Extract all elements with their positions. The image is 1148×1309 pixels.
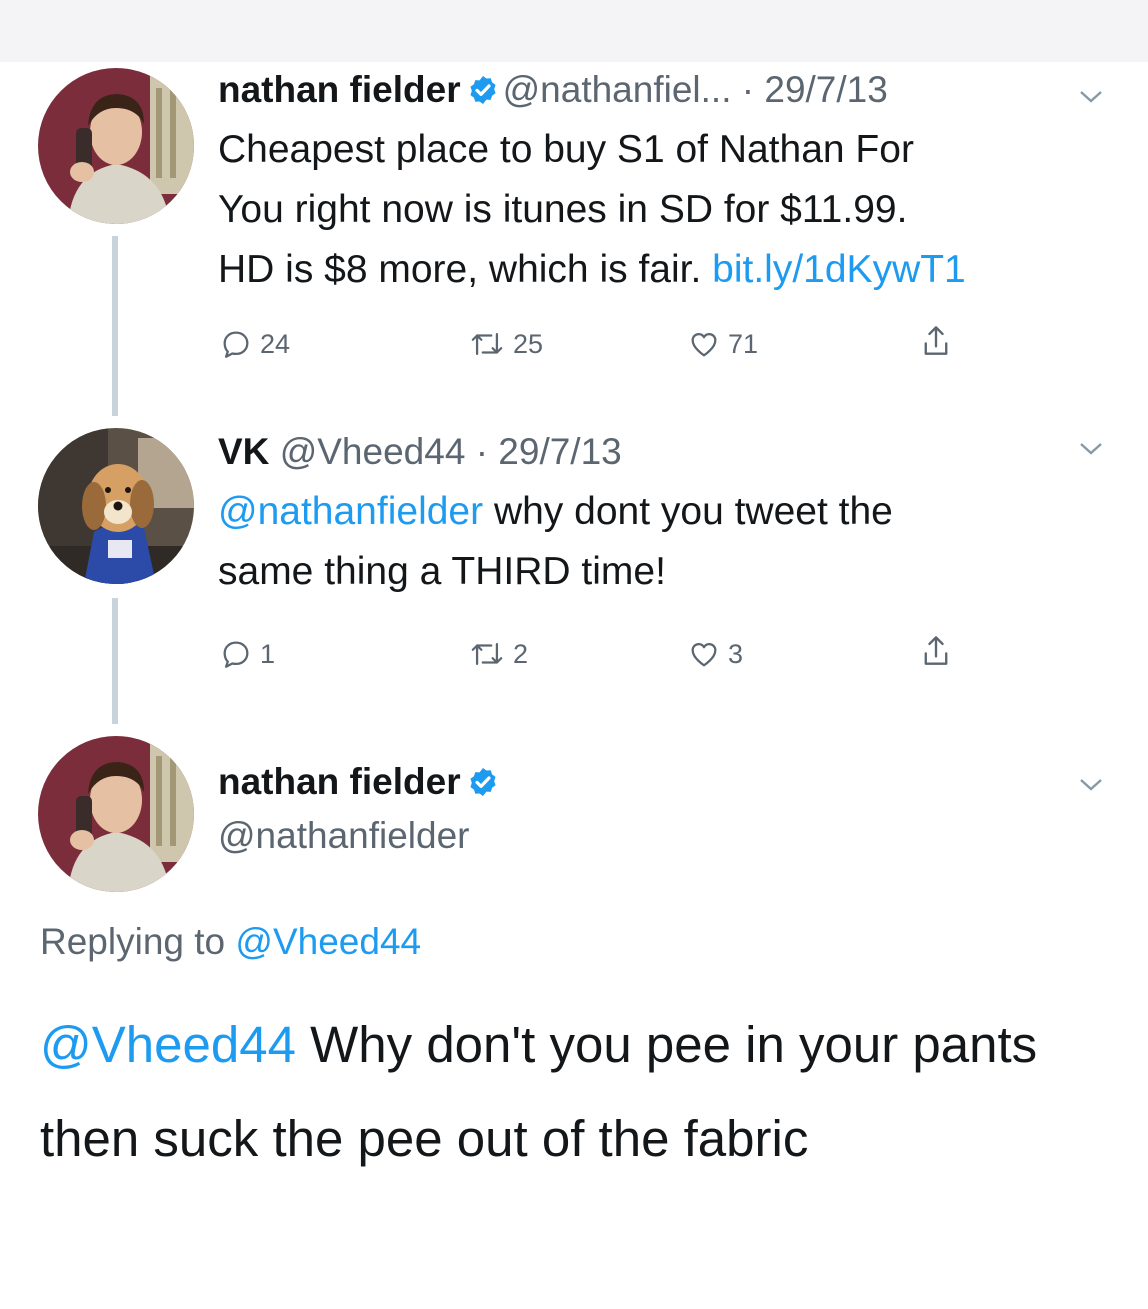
like-button[interactable]: 3 xyxy=(686,636,743,672)
reply-icon xyxy=(223,641,249,668)
avatar-nathan-fielder[interactable] xyxy=(38,736,194,892)
retweet-count: 2 xyxy=(513,638,529,669)
chevron-down-icon[interactable] xyxy=(1078,88,1104,106)
tweet1-header: nathan fielder @nathanfiel... · 29/7/13 xyxy=(218,68,888,112)
tweet2-line1: @nathanfielder why dont you tweet the xyxy=(218,483,893,541)
share-button[interactable] xyxy=(918,324,954,360)
mention-link[interactable]: @Vheed44 xyxy=(40,1016,296,1073)
heart-icon xyxy=(691,642,717,667)
display-name[interactable]: VK xyxy=(218,431,269,472)
retweet-icon xyxy=(471,332,503,356)
timestamp[interactable]: · 29/7/13 xyxy=(742,69,888,110)
tweet2-line1-text: why dont you tweet the xyxy=(483,490,893,533)
tweet2-line2: same thing a THIRD time! xyxy=(218,550,666,593)
share-icon xyxy=(924,636,948,665)
tweet1-line3: HD is $8 more, which is fair. bit.ly/1dK… xyxy=(218,241,966,299)
reply-icon xyxy=(223,331,249,358)
tweet3-handle[interactable]: @nathanfielder xyxy=(218,814,470,858)
mention-link[interactable]: @nathanfielder xyxy=(218,490,483,533)
share-button[interactable] xyxy=(918,634,954,670)
avatar-nathan-fielder[interactable] xyxy=(38,68,194,224)
handle[interactable]: @nathanfiel... xyxy=(503,69,732,110)
like-count: 71 xyxy=(728,328,759,359)
retweet-button[interactable]: 2 xyxy=(467,636,528,672)
replying-label: Replying to xyxy=(40,921,236,962)
reply-count: 24 xyxy=(260,328,291,359)
display-name[interactable]: nathan fielder xyxy=(218,69,461,110)
tweet1-link[interactable]: bit.ly/1dKywT1 xyxy=(712,248,966,291)
chevron-down-icon[interactable] xyxy=(1078,776,1104,794)
thread-connector-line xyxy=(112,236,118,416)
tweet3-text: @Vheed44 Why don't you pee in your pants… xyxy=(40,998,1120,1186)
retweet-icon xyxy=(471,642,503,666)
share-icon xyxy=(924,326,948,355)
like-count: 3 xyxy=(728,638,744,669)
reply-button[interactable]: 1 xyxy=(218,636,275,672)
replying-handle-link[interactable]: @Vheed44 xyxy=(235,921,421,962)
verified-badge-icon xyxy=(470,768,496,796)
tweet2-header: VK @Vheed44 · 29/7/13 xyxy=(218,430,622,474)
verified-badge-icon xyxy=(470,76,496,104)
retweet-button[interactable]: 25 xyxy=(467,326,543,362)
thread-connector-line xyxy=(112,598,118,724)
heart-icon xyxy=(691,332,717,357)
like-button[interactable]: 71 xyxy=(686,326,758,362)
tweet1-line1: Cheapest place to buy S1 of Nathan For xyxy=(218,128,914,171)
top-strip xyxy=(0,0,1148,62)
tweet3-name-line: nathan fielder xyxy=(218,760,503,804)
tweet1-line3-text: HD is $8 more, which is fair. xyxy=(218,248,713,291)
replying-to-line: Replying to @Vheed44 xyxy=(40,918,421,966)
display-name[interactable]: nathan fielder xyxy=(218,761,461,802)
tweet1-line2: You right now is itunes in SD for $11.99… xyxy=(218,188,908,231)
timestamp[interactable]: · 29/7/13 xyxy=(476,431,622,472)
handle[interactable]: @Vheed44 xyxy=(280,431,466,472)
retweet-count: 25 xyxy=(513,328,544,359)
reply-button[interactable]: 24 xyxy=(218,326,290,362)
chevron-down-icon[interactable] xyxy=(1078,440,1104,458)
reply-count: 1 xyxy=(260,638,276,669)
avatar-vk[interactable] xyxy=(38,428,194,584)
